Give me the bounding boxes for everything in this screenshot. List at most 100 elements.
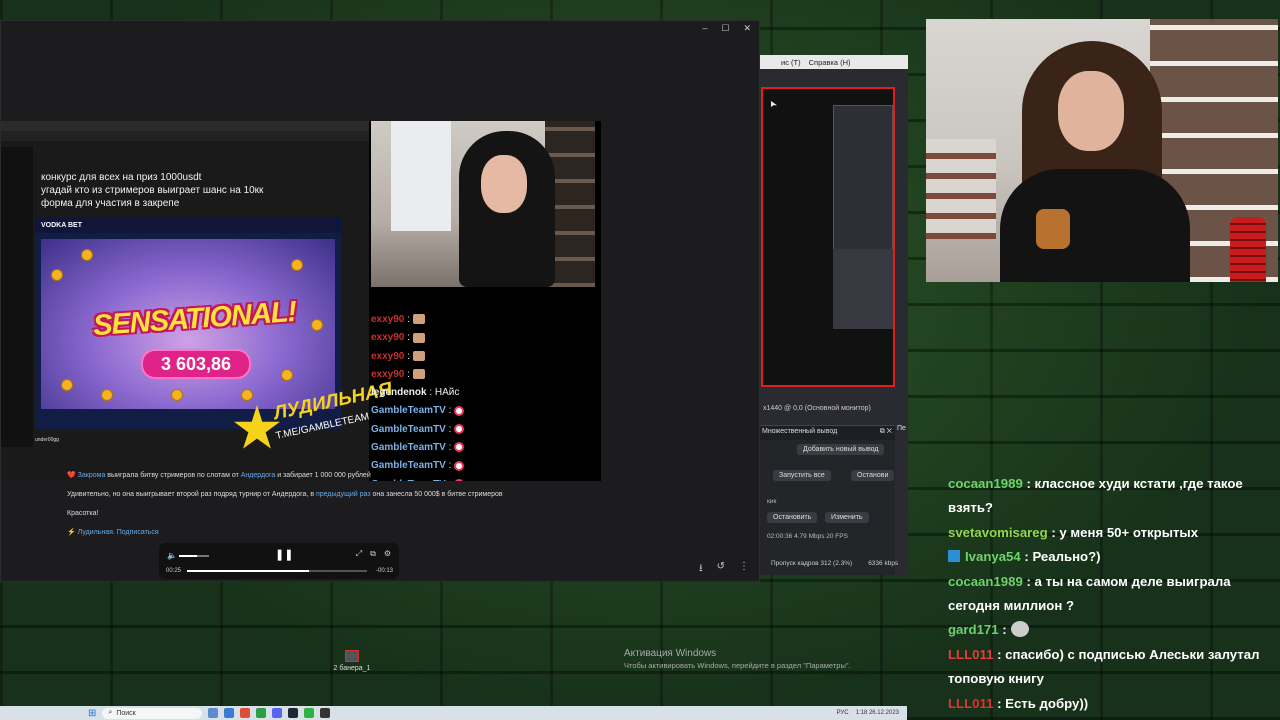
steam-icon[interactable] [288,708,299,718]
viewer-toolbar: ⭳ ↺ ⋮ [699,561,749,578]
chat-username[interactable]: cocaan1989 [948,574,1023,589]
search-icon: ⌕ [108,709,113,716]
coin-icon [291,259,303,271]
mini-chat-text: : [445,405,452,417]
time-remaining: -00:13 [375,568,393,574]
emote-icon [412,350,425,361]
volume-icon[interactable]: 🔈 [167,551,177,560]
mini-chat-text: : [404,350,410,362]
taskbar-search[interactable]: ⌕ Поиск [102,707,203,719]
post-text: и забирает 1 000 000 рублей [275,472,371,479]
system-tray: РУС 1:18 26.12.2023 [837,710,907,716]
minimize-icon[interactable]: – [702,23,707,34]
discord-icon[interactable] [272,708,283,718]
whatsapp-icon[interactable] [304,708,315,718]
video-frame[interactable]: конкурс для всех на приз 1000usdt угадай… [1,121,601,481]
post-mention[interactable]: Закрома [78,472,106,479]
chat-username[interactable]: Ivanya54 [965,549,1021,564]
heart-emote-icon [454,424,465,435]
stop-all-button[interactable]: Останови [851,470,895,481]
heart-emote-icon [454,460,465,471]
chat-username[interactable]: cocaan1989 [948,476,1023,491]
task-view-icon[interactable] [208,708,219,718]
emote-icon [412,369,425,380]
obs-menu-tools[interactable]: ис (Т) [781,58,801,67]
coin-icon [281,369,293,381]
start-icon[interactable]: ⊞ [88,708,96,719]
post-text: Удивительно, но она выигрывает второй ра… [67,491,316,498]
streamer-hoodie [1000,169,1190,282]
obs-icon[interactable] [320,708,331,718]
volume-slider[interactable] [179,555,209,557]
mini-chat-user: GambleTeamTV [371,405,446,417]
cam-face [481,155,527,213]
volume-fill [179,555,197,557]
obs-menu-bar: ис (Т) Справка (Н) [759,55,908,69]
contest-announcement: конкурс для всех на приз 1000usdt угадай… [41,171,263,210]
start-all-button[interactable]: Запустить все [773,470,831,481]
obs-menu-help[interactable]: Справка (Н) [809,58,851,67]
fullscreen-icon[interactable]: ⤢ [356,549,362,559]
chat-username[interactable]: LLL011 [948,696,993,711]
pause-icon[interactable]: ❚❚ [275,548,293,561]
output-stats: 02:00:36 4.79 Mbps 20 FPS [767,533,848,540]
emote-icon [412,314,425,325]
browser-tabs [1,131,369,141]
telegram-icon[interactable] [224,708,235,718]
promo-logo: ЛУДИЛЬНАЯ T.ME/GAMBLETEAM [233,379,394,461]
pip-icon[interactable]: ⧉ [370,549,376,559]
contest-line: форма для участия в закрепе [41,198,180,209]
dock-title: Множественный вывод [762,428,838,435]
mini-chat-text: : [445,460,452,472]
close-icon[interactable]: ✕ [743,23,751,34]
player-extra-controls: ⤢ ⧉ ⚙ [356,549,391,559]
edit-output-button[interactable]: Изменить [825,512,869,523]
windows-taskbar: ⊞ ⌕ Поиск РУС 1:18 26.12.2023 [0,706,907,720]
settings-icon[interactable]: ⚙ [384,549,391,559]
more-icon[interactable]: ⋮ [739,561,749,578]
clock[interactable]: 1:18 26.12.2023 [856,710,899,716]
mini-chat-user: exxy90 [371,368,405,380]
maximize-icon[interactable]: ☐ [721,23,729,34]
chat-username[interactable]: gard171 [948,622,999,637]
post-line-3: Красотка! [67,510,99,517]
mini-chat-text: : [404,314,410,325]
bitrate: 6336 kbps [868,560,899,567]
stop-output-button[interactable]: Остановить [767,512,818,523]
slot-game-area: SENSATIONAL! 3 603,86 [41,239,335,409]
chrome-icon[interactable] [256,708,267,718]
mini-chat-row: exxy90 : [371,311,601,329]
coin-icon [171,389,183,401]
clock-date: 26.12.2023 [868,710,899,716]
mini-chat-text: : [445,423,452,435]
mini-chat-row: exxy90 : [371,329,601,347]
coin-icon [81,249,93,261]
stream-browser-capture: конкурс для всех на приз 1000usdt угадай… [1,121,394,481]
subscribe-link[interactable]: Лудильная. Подписаться [78,529,159,536]
seek-bar[interactable] [187,570,367,572]
post-subscribe[interactable]: ⚡ Лудильная. Подписаться [67,528,503,538]
add-output-button[interactable]: Добавить новый вывод [797,444,885,455]
obs-preview[interactable] [761,87,895,387]
obs-window: ис (Т) Справка (Н) x1440 @ 0,0 (Основной… [758,55,908,575]
rotate-icon[interactable]: ↺ [717,561,725,578]
chat-username[interactable]: LLL011 [948,647,993,662]
browser-url-bar [1,121,369,131]
chat-message: cocaan1989 : а ты на самом деле выиграла… [948,570,1276,619]
desktop-file-icon[interactable]: 2 банера_1 [330,650,374,672]
lang-indicator[interactable]: РУС [837,710,849,716]
windows-activation-watermark: Активация Windows Чтобы активировать Win… [624,648,851,670]
download-icon[interactable]: ⭳ [699,561,703,578]
post-mention[interactable]: Андердога [241,472,276,479]
video-player-controls: 🔈 ❚❚ ⤢ ⧉ ⚙ 00:25 -00:13 [159,543,399,579]
chat-message: gard171 : [948,618,1276,642]
chat-username[interactable]: svetavomisareg [948,525,1048,540]
dock-close-icon[interactable]: ⧉ ✕ [880,428,892,438]
post-link[interactable]: предыдущий раз [316,491,371,498]
coin-icon [51,269,63,281]
red-mic-stand [1230,217,1266,282]
chat-message: LLL011 : Есть добру)) [948,692,1276,716]
dock-title-bar: Множественный вывод ⧉ ✕ [759,426,895,440]
chat-text: : Есть добру)) [993,695,1089,711]
app-icon[interactable] [240,708,251,718]
